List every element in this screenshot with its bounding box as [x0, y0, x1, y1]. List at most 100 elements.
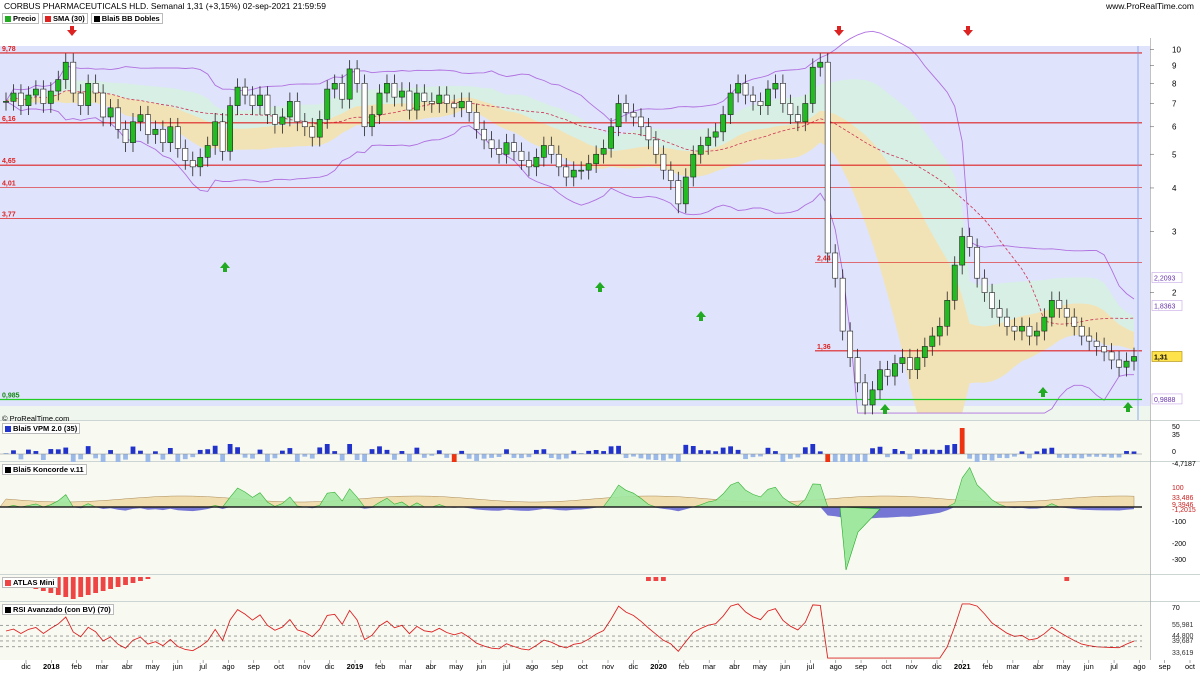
vpm-bar [937, 449, 943, 454]
atlas-bar [85, 577, 91, 595]
vpm-bar [855, 454, 861, 462]
candle-body [204, 145, 211, 158]
price-label: 0,9888 [1154, 397, 1176, 404]
candle-body [428, 101, 435, 104]
sell-arrow-icon [963, 26, 973, 36]
vpm-bar [765, 447, 771, 454]
candle-body [1101, 346, 1108, 353]
x-tick-label: abr [425, 662, 436, 671]
sell-arrow-icon [834, 26, 844, 36]
x-tick-label: mar [399, 662, 412, 671]
candle-body [511, 142, 517, 152]
y-tick-label: 2 [1172, 289, 1177, 298]
vpm-bar [33, 451, 39, 454]
candle-body [660, 153, 667, 171]
vpm-bar [646, 454, 651, 460]
vpm-bar [683, 444, 689, 454]
vpm-bar [832, 454, 838, 462]
candle-body [1063, 308, 1070, 318]
candle-body [578, 169, 585, 172]
vpm-bar [548, 454, 554, 458]
level-label: 1,36 [817, 344, 831, 351]
vpm-bar [735, 449, 741, 454]
candle-body [638, 116, 644, 128]
chart-canvas: 10 9 8 7 6 5 4 3 2 9,78 6,16 4,65 4,01 3,77 2,44 1,36 0,… [0, 26, 1200, 671]
vpm-bar [466, 454, 472, 459]
candle-body [802, 103, 809, 123]
candle-body [847, 330, 854, 358]
candle-body [989, 292, 995, 309]
vpm-bar [1041, 448, 1047, 454]
candle-body [787, 103, 794, 115]
vpm-bar [1109, 454, 1114, 458]
vpm-bar [220, 454, 226, 462]
candle-body [85, 83, 92, 106]
vpm-bar [227, 444, 233, 454]
site-link[interactable]: www.ProRealTime.com [1106, 1, 1194, 11]
candle-body [608, 126, 614, 149]
candle-body [458, 101, 465, 109]
candle-body [1093, 340, 1100, 347]
candle-body [839, 277, 846, 332]
vpm-bar [892, 449, 898, 454]
x-tick-label: oct [881, 662, 892, 671]
candle-body [92, 83, 99, 94]
vpm-bar [593, 450, 599, 454]
legend-sma[interactable]: SMA (30) [41, 13, 88, 24]
candle-body [929, 335, 936, 347]
vpm-bar [982, 454, 987, 460]
x-tick-label: feb [71, 662, 81, 671]
candle-body [697, 145, 704, 155]
x-tick-label: jul [198, 662, 207, 671]
panel-title-atlas[interactable]: ATLAS Mini [2, 577, 58, 588]
panel-title-vpm[interactable]: Blai5 VPM 2.0 (35) [2, 423, 81, 434]
sell-arrow-icon [67, 26, 77, 36]
candle-body [772, 83, 779, 90]
legend-bb[interactable]: Blai5 BB Dobles [90, 13, 163, 24]
candle-body [47, 90, 54, 104]
vpm-bar [959, 428, 965, 454]
candle-body [309, 126, 316, 138]
candle-body [324, 88, 331, 120]
vpm-bar [414, 447, 420, 454]
candle-body [159, 128, 166, 143]
candle-body [593, 153, 600, 164]
panel-title-koncorde[interactable]: Blai5 Koncorde v.11 [2, 464, 87, 475]
candle-body [1041, 316, 1048, 332]
candle-body [667, 169, 674, 181]
candle-body [466, 101, 473, 113]
level-label: 4,65 [2, 158, 16, 165]
x-tick-label: jul [502, 662, 511, 671]
support-label: 0,985 [2, 393, 20, 400]
x-tick-label: may [449, 662, 463, 671]
legend-price-swatch [5, 15, 11, 22]
atlas-bar [100, 577, 106, 591]
legend-price[interactable]: Precio [2, 13, 39, 24]
vpm-bar [257, 449, 263, 454]
rsi-swatch [5, 606, 11, 613]
level-label: 4,01 [2, 181, 16, 188]
x-tick-label: may [145, 662, 159, 671]
candle-body [152, 128, 159, 135]
y-tick-label: 4 [1172, 184, 1177, 193]
candle-body [1019, 325, 1025, 332]
level-label: 9,78 [2, 46, 16, 53]
x-tick-label: ago [1133, 662, 1146, 671]
vpm-bar [780, 454, 786, 462]
vpm-tick-label: -4,7187 [1172, 461, 1196, 468]
vpm-bar [123, 454, 128, 460]
x-tick-label: jun [172, 662, 183, 671]
vpm-bar [989, 454, 995, 461]
vpm-bar [877, 446, 883, 454]
vpm-bar [847, 454, 853, 462]
vpm-bar [997, 454, 1002, 458]
vpm-bar [115, 454, 121, 462]
x-tick-label: mar [95, 662, 108, 671]
vpm-bar [197, 449, 203, 454]
panel-title-rsi[interactable]: RSI Avanzado (con BV) (70) [2, 604, 114, 615]
vpm-bar [1056, 454, 1062, 458]
legend-sma-label: SMA (30) [52, 14, 85, 23]
vpm-bar [541, 449, 547, 454]
vpm-bar [354, 454, 360, 460]
candle-body [735, 83, 741, 94]
